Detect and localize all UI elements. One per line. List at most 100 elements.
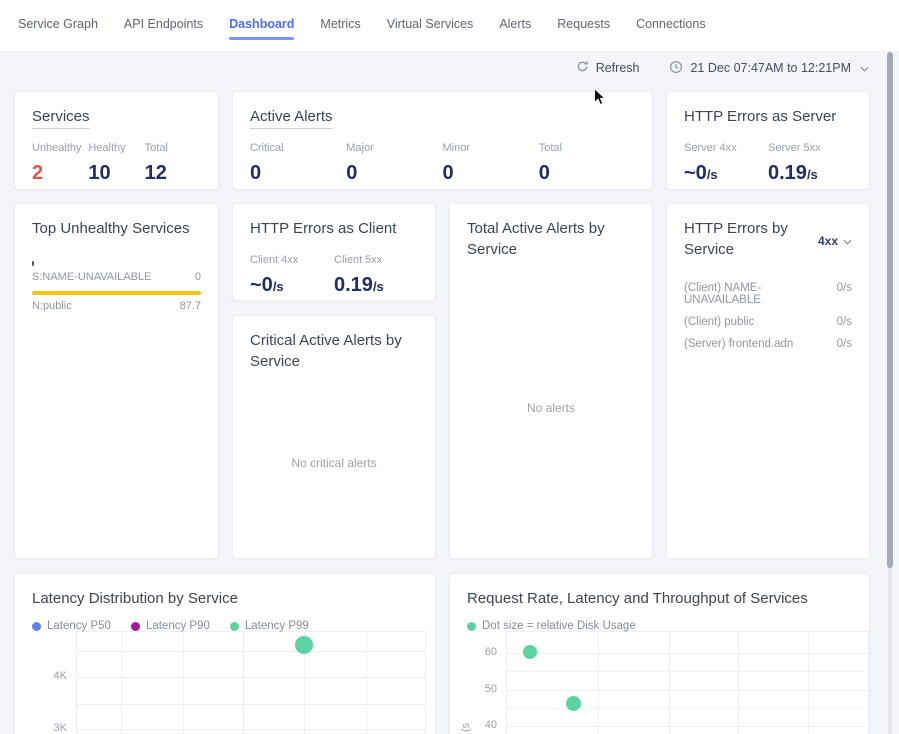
gridline-vertical [366, 631, 367, 734]
stat: Client 5xx 0.19/s [334, 254, 418, 297]
stat-label: Total [539, 142, 635, 154]
card-header: HTTP Errors by Service 4xx [684, 218, 852, 260]
stat-value: 0.19/s [334, 274, 418, 297]
nav-tab[interactable]: Metrics [320, 17, 360, 31]
y-axis-tick: 3K [15, 722, 67, 734]
stat-label: Server 4xx [684, 142, 768, 154]
y-axis-tick: 4K [15, 670, 67, 682]
card-title: Active Alerts [250, 106, 635, 127]
gridline-horizontal [506, 708, 870, 709]
legend-dot [32, 622, 41, 631]
latency-distribution-card: Latency Distribution by Service Latency … [14, 573, 436, 734]
stat-value: ~0/s [684, 162, 768, 185]
service-name: S:NAME-UNAVAILABLE [32, 271, 151, 283]
stat: Healthy 10 [88, 142, 144, 185]
stat-value: ~0/s [250, 274, 334, 297]
stat: Total 0 [539, 142, 635, 185]
stat: Critical 0 [250, 142, 346, 185]
error-row: (Server) frontend.adn 0/s [684, 338, 852, 350]
toolbar: Refresh 21 Dec 07:47AM to 12:21PM [576, 52, 869, 84]
gridline-vertical [425, 631, 426, 734]
latency-chart-plot: 4K 3K [15, 574, 435, 734]
stat-value: 10 [88, 162, 144, 185]
card-title: HTTP Errors as Server [684, 106, 852, 127]
error-rate-value: 0/s [837, 316, 852, 328]
http-errors-client-card: HTTP Errors as Client Client 4xx ~0/s Cl… [232, 203, 436, 301]
scrollbar-track [888, 568, 892, 734]
scrollbar-thumb[interactable] [887, 52, 893, 568]
y-axis-label: (s [460, 723, 472, 732]
nav-tab[interactable]: Virtual Services [387, 17, 474, 31]
legend-dot [467, 622, 476, 631]
services-stats: Unhealthy 2 Healthy 10 Total 12 [32, 142, 201, 185]
services-card: Services Unhealthy 2 Healthy 10 Total 12 [14, 91, 219, 190]
top-unhealthy-card: Top Unhealthy Services S:NAME-UNAVAILABL… [14, 203, 219, 559]
stat: Total 12 [145, 142, 201, 185]
nav-tab[interactable]: Alerts [499, 17, 531, 31]
card-title: Critical Active Alerts by Service [250, 330, 418, 372]
error-rows: (Client) NAME-UNAVAILABLE 0/s (Client) p… [684, 282, 852, 350]
error-type-select[interactable]: 4xx [818, 222, 852, 260]
stat-label: Critical [250, 142, 346, 154]
nav-tab[interactable]: Dashboard [229, 17, 294, 40]
gridline-horizontal [506, 671, 870, 672]
top-unhealthy-list: S:NAME-UNAVAILABLE 0 N:public 87.7 [32, 261, 201, 312]
nav-tab[interactable]: Requests [557, 17, 610, 31]
http-errors-by-service-card: HTTP Errors by Service 4xx (Client) NAME… [666, 203, 870, 559]
legend-label: Latency P90 [146, 620, 210, 632]
http-errors-server-card: HTTP Errors as Server Server 4xx ~0/s Se… [666, 91, 870, 190]
stat-label: Total [145, 142, 201, 154]
stat-value: 0 [250, 162, 346, 185]
card-title: HTTP Errors as Client [250, 218, 418, 239]
card-title: HTTP Errors by Service [684, 218, 802, 260]
nav-tab[interactable]: API Endpoints [124, 17, 203, 31]
stat-value: 12 [145, 162, 201, 185]
error-service-name: (Server) frontend.adn [684, 338, 793, 350]
stat-label: Healthy [88, 142, 144, 154]
request-rate-card: Request Rate, Latency and Throughput of … [449, 573, 870, 734]
error-service-name: (Client) NAME-UNAVAILABLE [684, 282, 837, 306]
stat-label: Major [346, 142, 442, 154]
active-alerts-stats: Critical 0 Major 0 Minor 0 Total 0 [250, 142, 635, 185]
y-axis-tick: 60 [450, 646, 497, 658]
gridline-horizontal [76, 729, 425, 730]
error-row: (Client) public 0/s [684, 316, 852, 328]
http-errors-server-stats: Server 4xx ~0/s Server 5xx 0.19/s [684, 142, 852, 185]
refresh-icon [576, 60, 589, 76]
legend-item[interactable]: Latency P99 [230, 620, 309, 632]
gridline-vertical [868, 631, 869, 734]
request-chart-plot: 605040(s [450, 574, 869, 734]
legend-item[interactable]: Latency P50 [32, 620, 111, 632]
service-bar [32, 291, 201, 295]
service-bar [32, 261, 34, 266]
service-value: 87.7 [180, 300, 201, 312]
service-value: 0 [195, 271, 201, 283]
nav-tab[interactable]: Connections [636, 17, 706, 31]
refresh-button[interactable]: Refresh [576, 60, 640, 76]
error-row: (Client) NAME-UNAVAILABLE 0/s [684, 282, 852, 306]
stat-label: Client 5xx [334, 254, 418, 266]
service-name: N:public [32, 300, 72, 312]
card-title: Services [32, 106, 201, 127]
stat-label: Client 4xx [250, 254, 334, 266]
legend-label: Latency P50 [47, 620, 111, 632]
gridline-vertical [738, 631, 739, 734]
data-point [566, 696, 581, 711]
top-nav: Service Graph API Endpoints Dashboard Me… [0, 0, 899, 52]
legend-label: Dot size = relative Disk Usage [482, 620, 636, 632]
y-axis-tick: 50 [450, 683, 497, 695]
stat-value: 2 [32, 162, 88, 185]
legend-item[interactable]: Dot size = relative Disk Usage [467, 620, 636, 632]
gridline-horizontal [76, 651, 425, 652]
legend-item[interactable]: Latency P90 [131, 620, 210, 632]
stat: Client 4xx ~0/s [250, 254, 334, 297]
card-title: Total Active Alerts by Service [467, 218, 635, 260]
empty-state: No alerts [450, 401, 652, 415]
gridline-horizontal [76, 704, 425, 705]
stat-label: Minor [443, 142, 539, 154]
time-range-label: 21 Dec 07:47AM to 12:21PM [690, 61, 851, 75]
stat-label: Unhealthy [32, 142, 88, 154]
time-range-picker[interactable]: 21 Dec 07:47AM to 12:21PM [669, 60, 869, 77]
nav-tab[interactable]: Service Graph [18, 17, 98, 31]
gridline-vertical [183, 631, 184, 734]
